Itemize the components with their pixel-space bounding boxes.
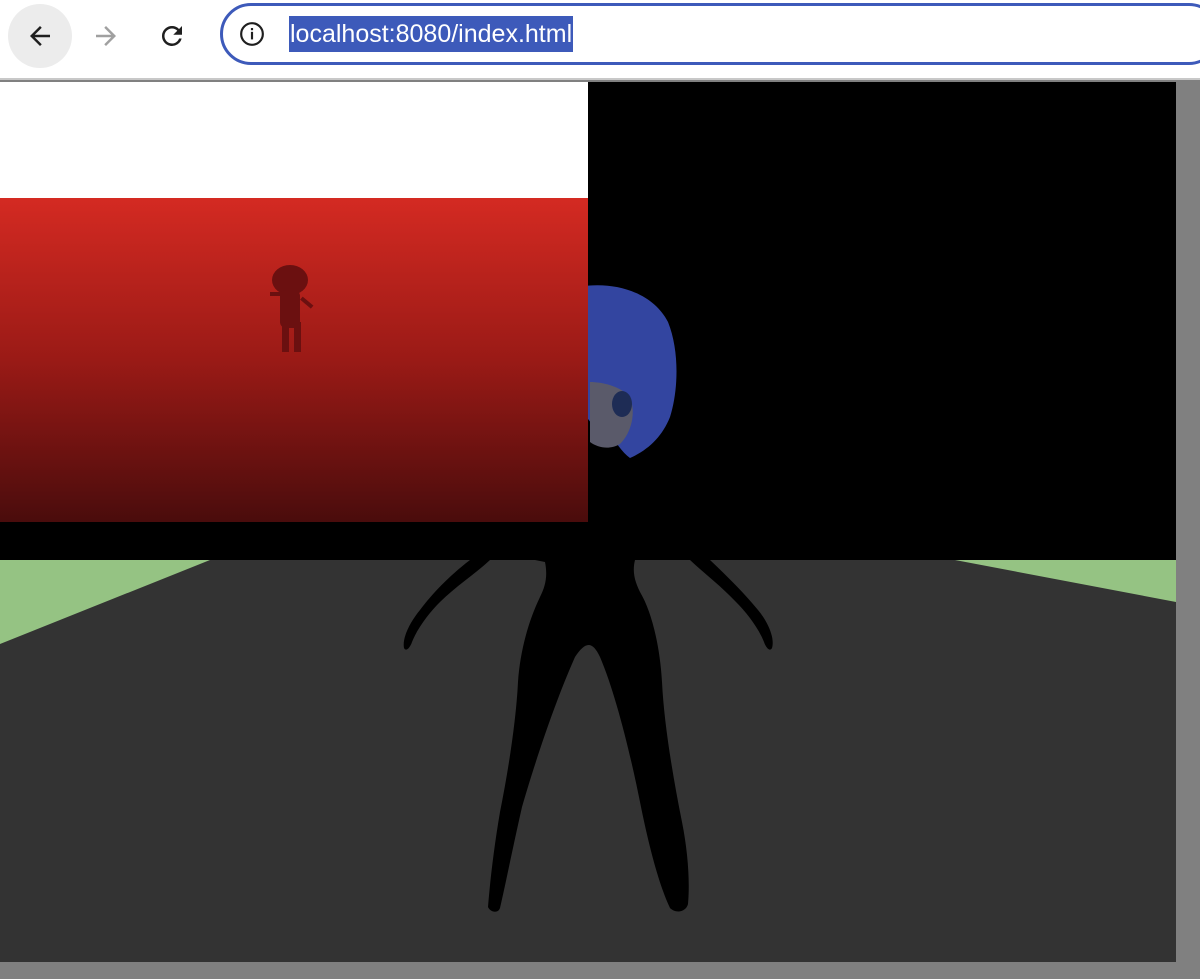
vertical-scrollbar[interactable] xyxy=(1176,82,1200,962)
webgl-canvas[interactable] xyxy=(0,82,1176,962)
reload-icon xyxy=(161,25,182,46)
address-bar[interactable]: localhost:8080/index.html xyxy=(220,3,1200,65)
horizontal-scrollbar[interactable] xyxy=(0,962,1200,979)
reload-button[interactable] xyxy=(140,4,204,68)
browser-toolbar: localhost:8080/index.html xyxy=(0,0,1200,80)
3d-scene xyxy=(0,82,1176,962)
overlay-top-band xyxy=(0,82,588,198)
render-target-overlay xyxy=(0,82,588,522)
character-eye xyxy=(612,391,632,417)
arrow-left-icon xyxy=(30,26,50,46)
arrow-right-icon xyxy=(96,26,116,46)
info-icon[interactable] xyxy=(239,21,265,47)
url-text[interactable]: localhost:8080/index.html xyxy=(289,16,574,52)
back-button[interactable] xyxy=(8,4,72,68)
forward-button[interactable] xyxy=(74,4,138,68)
overlay-red-gradient xyxy=(0,198,588,522)
